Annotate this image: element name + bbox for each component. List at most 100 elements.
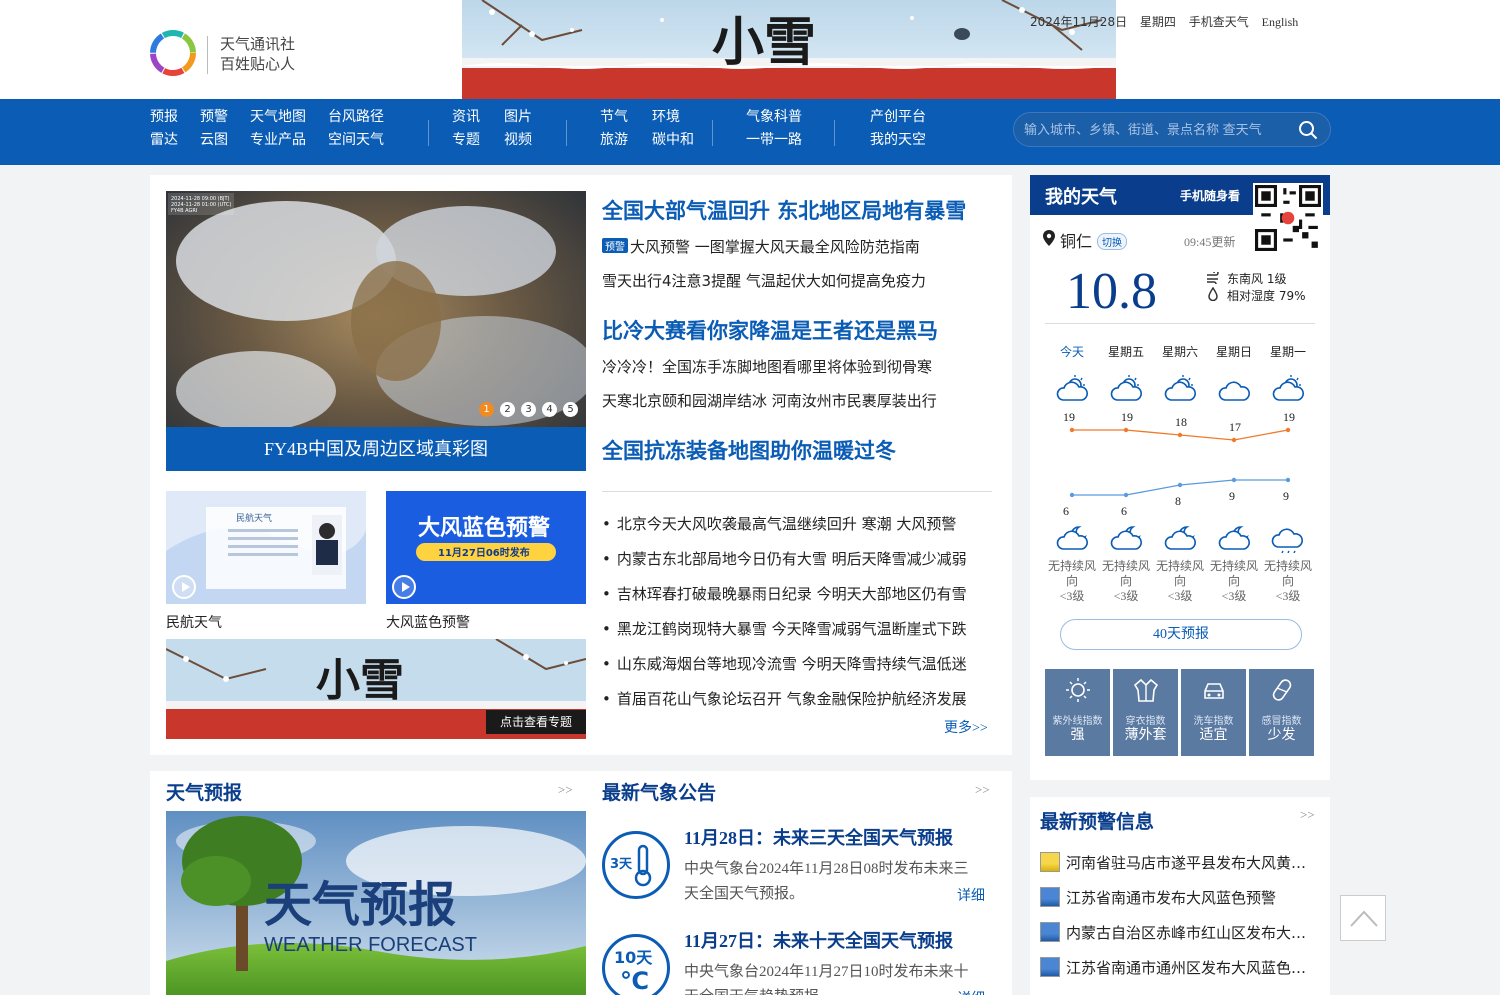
nav-item[interactable]: 节气 bbox=[600, 106, 628, 126]
carousel-caption[interactable]: FY4B中国及周边区域真彩图 bbox=[166, 427, 586, 471]
forecast-40-day-button[interactable]: 40天预报 bbox=[1060, 619, 1302, 650]
video-thumb-aviation[interactable]: 民航天气 bbox=[166, 491, 366, 604]
nav-item[interactable]: 雷达 bbox=[150, 129, 178, 149]
nav-item[interactable]: 预警 bbox=[200, 106, 228, 126]
forecast-wind: 无持续风向 <3级 bbox=[1099, 559, 1153, 604]
video-label-aviation[interactable]: 民航天气 bbox=[166, 612, 222, 632]
bulletin-section-title: 最新气象公告 bbox=[602, 782, 717, 804]
video-thumb-wind-warning[interactable]: 大风蓝色预警 11月27日06时发布 bbox=[386, 491, 586, 604]
bulletin-desc-1: 中央气象台2024年11月28日08时发布未来三天全国天气预报。 bbox=[684, 861, 969, 902]
nav-item[interactable]: 台风路径 bbox=[328, 106, 384, 126]
nav-item[interactable]: 资讯 bbox=[452, 106, 480, 126]
play-icon[interactable] bbox=[172, 575, 196, 599]
warning-list-item[interactable]: 河南省驻马店市遂平县发布大风黄色预警 bbox=[1040, 852, 1312, 873]
subnews-1b[interactable]: 雪天出行4注意3提醒 气温起伏大如何提高免疫力 bbox=[602, 270, 926, 291]
back-to-top-button[interactable] bbox=[1340, 895, 1386, 941]
mobile-weather-link[interactable]: 手机查天气 bbox=[1189, 15, 1249, 29]
low-temp-point bbox=[1177, 482, 1183, 488]
ten-day-temperature-icon[interactable]: 10天 ℃ bbox=[602, 934, 670, 995]
play-icon[interactable] bbox=[392, 575, 416, 599]
nav-item[interactable]: 图片 bbox=[504, 106, 532, 126]
forecast-wind-direction: 无持续风向 bbox=[1155, 559, 1204, 588]
nav-item[interactable]: 一带一路 bbox=[746, 129, 802, 149]
svg-text:小雪: 小雪 bbox=[712, 15, 816, 72]
headline-2[interactable]: 比冷大赛看你家降温是王者还是黑马 bbox=[602, 315, 938, 345]
search-icon[interactable] bbox=[1298, 120, 1318, 140]
life-index-card[interactable]: 洗车指数 适宜 bbox=[1181, 669, 1246, 756]
current-weekday: 星期四 bbox=[1139, 15, 1176, 29]
solar-term-banner[interactable]: 小雪 bbox=[462, 0, 1116, 99]
life-index-card[interactable]: 穿衣指数 薄外套 bbox=[1113, 669, 1178, 756]
news-list-item[interactable]: 黑龙江鹤岗现特大暴雪 今天降雪减弱气温断崖式下跌 bbox=[602, 618, 992, 639]
nav-item[interactable]: 专题 bbox=[452, 129, 480, 149]
view-topic-button[interactable]: 点击查看专题 bbox=[486, 710, 586, 734]
carousel-dot[interactable]: 5 bbox=[563, 402, 578, 417]
life-index-card[interactable]: 紫外线指数强 bbox=[1045, 669, 1110, 756]
site-logo-icon[interactable] bbox=[150, 30, 196, 76]
nav-item[interactable]: 专业产品 bbox=[250, 129, 306, 149]
bulletin-title-2[interactable]: 11月27日：未来十天全国天气预报 bbox=[684, 927, 953, 953]
three-day-thermometer-icon[interactable]: 3天 bbox=[602, 831, 670, 899]
warning-badge-icon bbox=[1040, 922, 1060, 942]
life-index-card[interactable]: 感冒指数 少发 bbox=[1249, 669, 1314, 756]
forecast-more-link[interactable]: >> bbox=[558, 782, 573, 798]
news-list-item[interactable]: 内蒙古东北部局地今日仍有大雪 明后天降雪减少减弱 bbox=[602, 548, 992, 569]
low-temp-point bbox=[1231, 477, 1237, 483]
svg-text:大风蓝色预警: 大风蓝色预警 bbox=[418, 515, 550, 541]
bulletin-title-1[interactable]: 11月28日：未来三天全国天气预报 bbox=[684, 824, 953, 850]
bulletin-detail-link-1[interactable]: 详细 bbox=[957, 885, 985, 905]
carousel-dot[interactable]: 4 bbox=[542, 402, 557, 417]
warning-list-item[interactable]: 江苏省南通市通州区发布大风蓝色预警 bbox=[1040, 957, 1312, 978]
nav-item[interactable]: 我的天空 bbox=[870, 129, 926, 149]
video-label-wind-warning[interactable]: 大风蓝色预警 bbox=[386, 612, 470, 632]
warning-badge-icon bbox=[1040, 887, 1060, 907]
headline-3[interactable]: 全国抗冻装备地图助你温暖过冬 bbox=[602, 435, 896, 465]
nav-item[interactable]: 旅游 bbox=[600, 129, 628, 149]
more-news-link[interactable]: 更多>> bbox=[944, 717, 988, 737]
high-temp-label: 19 bbox=[1283, 410, 1295, 424]
wind-info: 东南风 1级 bbox=[1227, 272, 1287, 286]
news-list-item[interactable]: 吉林珲春打破最晚暴雨日纪录 今明天大部地区仍有雪 bbox=[602, 583, 992, 604]
nav-item[interactable]: 视频 bbox=[504, 129, 532, 149]
city-search-input[interactable] bbox=[1024, 113, 1294, 146]
subnews-2b[interactable]: 天寒北京颐和园湖岸结冰 河南汝州市民裹厚装出行 bbox=[602, 390, 937, 411]
bulletin-more-link[interactable]: >> bbox=[975, 782, 990, 798]
logo-slogan-line2: 百姓贴心人 bbox=[220, 55, 296, 73]
forecast-wind: 无持续风向 <3级 bbox=[1153, 559, 1207, 604]
nav-item[interactable]: 环境 bbox=[652, 106, 680, 126]
bulletin-detail-link-2[interactable]: 详细 bbox=[957, 988, 985, 995]
warning-list-item[interactable]: 江苏省南通市发布大风蓝色预警 bbox=[1040, 887, 1312, 908]
nav-item[interactable]: 空间天气 bbox=[328, 129, 384, 149]
qr-code-icon bbox=[1253, 183, 1323, 253]
carousel-dot[interactable]: 2 bbox=[500, 402, 515, 417]
forecast-video-image[interactable]: 天气预报 WEATHER FORECAST bbox=[166, 811, 586, 995]
high-temp-label: 18 bbox=[1175, 415, 1187, 429]
forecast-day-label: 今天 bbox=[1059, 345, 1084, 359]
carousel-dot[interactable]: 1 bbox=[479, 402, 494, 417]
warning-list-item[interactable]: 内蒙古自治区赤峰市红山区发布大风蓝色预警 bbox=[1040, 922, 1312, 943]
news-list-item[interactable]: 首届百花山气象论坛召开 气象金融保险护航经济发展 bbox=[602, 688, 992, 709]
low-temp-label: 6 bbox=[1063, 504, 1069, 515]
nav-item[interactable]: 气象科普 bbox=[746, 106, 802, 126]
subnews-2a[interactable]: 冷冷冷！全国冻手冻脚地图看哪里将体验到彻骨寒 bbox=[602, 356, 932, 377]
nav-item[interactable]: 碳中和 bbox=[652, 129, 694, 149]
cloudy-night-icon bbox=[1218, 526, 1250, 550]
nav-item[interactable]: 产创平台 bbox=[870, 106, 926, 126]
high-temp-label: 17 bbox=[1229, 420, 1241, 434]
low-temp-label: 9 bbox=[1229, 489, 1235, 503]
warning-more-link[interactable]: >> bbox=[1300, 807, 1315, 823]
subnews-1a[interactable]: 预警 大风预警 一图掌握大风天最全风险防范指南 bbox=[602, 236, 920, 257]
english-link[interactable]: English bbox=[1262, 15, 1299, 29]
forecast-wind-direction: 无持续风向 bbox=[1209, 559, 1258, 588]
forecast-wind-direction: 无持续风向 bbox=[1101, 559, 1150, 588]
headline-1[interactable]: 全国大部气温回升 东北地区局地有暴雪 bbox=[602, 195, 966, 225]
low-temp-label: 8 bbox=[1175, 494, 1181, 508]
nav-item[interactable]: 预报 bbox=[150, 106, 178, 126]
switch-city-button[interactable]: 切换 bbox=[1097, 233, 1127, 250]
news-list-item[interactable]: 山东威海烟台等地现冷流雪 今明天降雪持续气温低迷 bbox=[602, 653, 992, 674]
nav-item[interactable]: 天气地图 bbox=[250, 106, 306, 126]
nav-item[interactable]: 云图 bbox=[200, 129, 228, 149]
news-list-item[interactable]: 北京今天大风吹袭最高气温继续回升 寒潮 大风预警 bbox=[602, 513, 992, 534]
carousel-dot[interactable]: 3 bbox=[521, 402, 536, 417]
humidity-info: 相对湿度 79% bbox=[1227, 289, 1306, 303]
